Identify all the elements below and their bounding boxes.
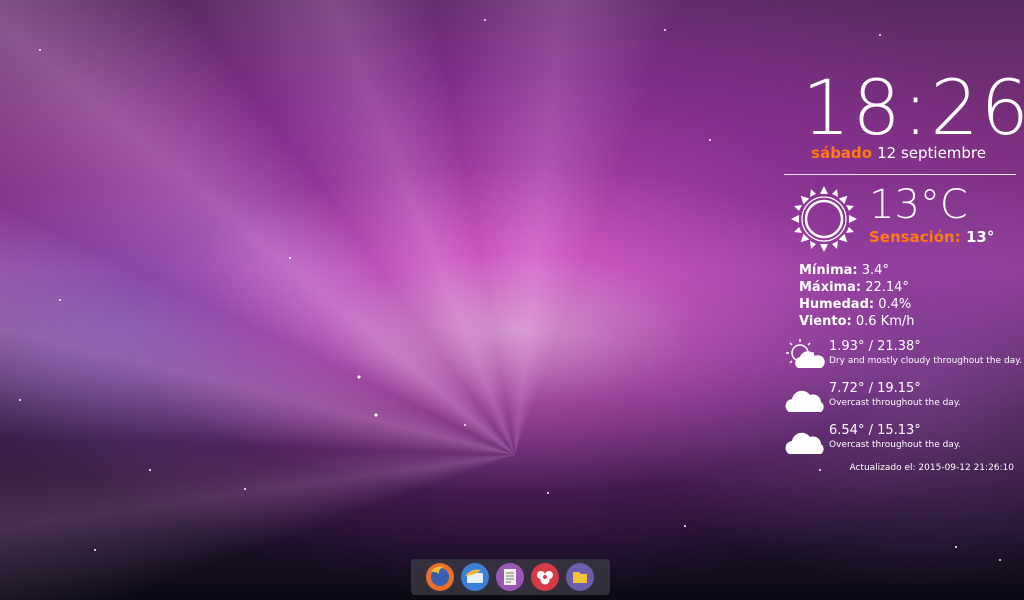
forecast-summary: Dry and mostly cloudy throughout the day… [829, 356, 1023, 366]
stat-humidity: Humedad: 0.4% [799, 296, 914, 313]
stat-value: 0.4% [878, 297, 912, 312]
dock-item-text-editor[interactable] [495, 562, 525, 592]
forecast-summary: Overcast throughout the day. [829, 440, 961, 450]
cloud-icon [785, 390, 824, 412]
clock-date: sábado 12 septiembre [780, 144, 986, 162]
stat-value: 22.14° [865, 280, 909, 295]
text-editor-icon [496, 563, 524, 591]
partly-cloudy-icon [786, 339, 825, 368]
forecast-summary: Overcast throughout the day. [829, 398, 961, 408]
stat-max: Máxima: 22.14° [799, 279, 914, 296]
sun-icon [791, 186, 857, 252]
firefox-icon [426, 563, 454, 591]
stat-min: Mínima: 3.4° [799, 262, 914, 279]
stat-value: 3.4° [861, 263, 889, 278]
stat-label: Mínima: [799, 263, 858, 278]
files-icon [566, 563, 594, 591]
thunderbird-icon [461, 563, 489, 591]
clock-time: 18:26 [802, 63, 1024, 152]
stat-label: Viento: [799, 314, 852, 329]
forecast-temps: 7.72° / 19.15° [829, 381, 921, 396]
app-store-icon [531, 563, 559, 591]
dock-item-app-store[interactable] [530, 562, 560, 592]
forecast-temps: 6.54° / 15.13° [829, 423, 921, 438]
feels-like-label: Sensación: [869, 228, 961, 246]
widget-divider [784, 174, 1016, 175]
forecast-day-1: 1.93° / 21.38° Dry and mostly cloudy thr… [784, 338, 1023, 378]
forecast-temps: 1.93° / 21.38° [829, 339, 921, 354]
stat-label: Humedad: [799, 297, 875, 312]
current-temperature: 13°C [869, 182, 968, 228]
dock [411, 559, 610, 595]
forecast-day-2: 7.72° / 19.15° Overcast throughout the d… [784, 380, 1020, 420]
forecast-day-3: 6.54° / 15.13° Overcast throughout the d… [784, 422, 1020, 462]
weather-stats: Mínima: 3.4° Máxima: 22.14° Humedad: 0.4… [799, 262, 914, 330]
stat-wind: Viento: 0.6 Km/h [799, 313, 914, 330]
dock-item-firefox[interactable] [425, 562, 455, 592]
feels-like-value: 13° [965, 228, 995, 246]
dock-item-files[interactable] [565, 562, 595, 592]
dock-item-thunderbird[interactable] [460, 562, 490, 592]
stat-label: Máxima: [799, 280, 862, 295]
cloud-icon [785, 432, 824, 454]
clock-weekday: sábado [811, 144, 873, 162]
clock-day-month: 12 septiembre [877, 144, 986, 162]
feels-like: Sensación: 13° [869, 228, 994, 246]
updated-timestamp: Actualizado el: 2015-09-12 21:26:10 [849, 463, 1014, 473]
stat-value: 0.6 Km/h [855, 314, 915, 329]
